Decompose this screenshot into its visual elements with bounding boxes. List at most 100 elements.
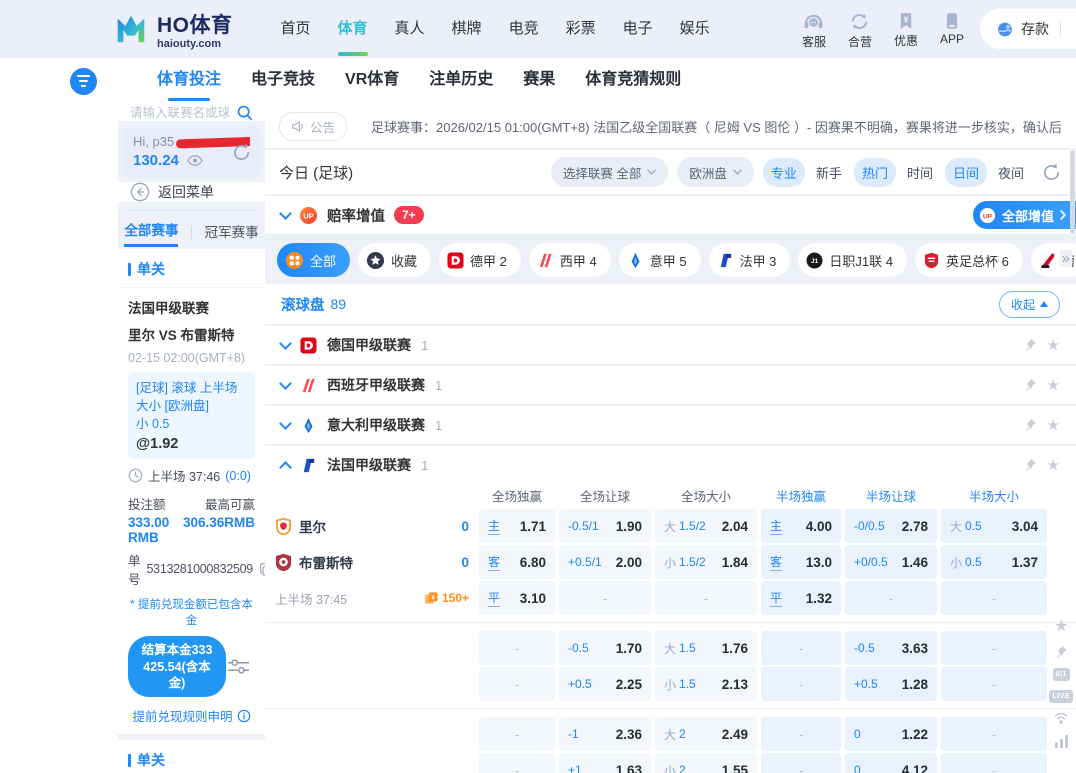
odds-cell[interactable]: -0.5/11.90 [559,509,651,543]
toggle-option[interactable]: 热门 [854,158,896,187]
odds-cell[interactable]: -12.36 [559,717,651,751]
league-chip[interactable]: 法甲 3 [709,243,791,277]
team-name[interactable]: 里尔 [299,516,326,536]
star-icon[interactable]: ★ [1047,456,1060,474]
league-chip[interactable]: 西甲 4 [529,243,611,277]
odds-cell[interactable]: 小1.5/21.84 [655,545,757,579]
refresh-balance-icon[interactable] [231,142,252,163]
pin-icon[interactable] [1054,645,1068,659]
double-chevron-right-icon[interactable]: » [1060,250,1072,267]
slip-tab[interactable]: 未结算 [124,209,169,211]
top-nav-item[interactable]: 彩票 [566,0,596,58]
odds-cell[interactable]: 小0.51.37 [941,545,1047,579]
search-input[interactable] [130,106,230,120]
toggle-option[interactable]: 时间 [899,158,941,187]
league-row[interactable]: 德国甲级联赛1★ [265,326,1076,364]
odds-cell[interactable]: 客13.0 [761,545,841,579]
odds-cell[interactable]: 大0.53.04 [941,509,1047,543]
star-icon[interactable]: ★ [1047,376,1060,394]
subnav-tab[interactable]: VR体育 [345,58,399,104]
pin-icon[interactable] [1023,338,1037,352]
league-chip[interactable]: 收藏 [358,243,431,277]
odds-cell[interactable]: 平1.32 [761,581,841,615]
top-nav-item[interactable]: 真人 [395,0,425,58]
announcement-pill[interactable]: 公告 [279,112,347,141]
refresh-odds-icon[interactable] [1041,162,1062,183]
league-chip[interactable]: 全部 [277,243,350,277]
subnav-tab[interactable]: 电子竞技 [251,58,315,104]
top-nav-item[interactable]: 首页 [281,0,311,58]
odds-cell[interactable]: +0.5/12.00 [559,545,651,579]
odds-cell[interactable]: 客6.80 [479,545,555,579]
market-select[interactable]: 欧洲盘 [677,157,754,187]
star-icon[interactable]: ★ [1054,616,1068,636]
odds-cell[interactable]: - [761,717,841,751]
chevron-down-icon[interactable] [279,377,292,390]
odds-cell[interactable]: 04.12 [845,753,937,773]
odds-cell[interactable]: 小21.55 [655,753,757,773]
odds-cell[interactable]: 平3.10 [479,581,555,615]
quick-item[interactable]: APP [940,12,964,46]
quick-item[interactable]: ¥优惠 [894,12,918,49]
subnav-tab[interactable]: 体育竞猜规则 [585,58,681,104]
scrollbar-thumb[interactable] [1070,150,1075,234]
cashout-rules-link[interactable]: 提前兑现规则申明 [128,706,255,725]
odds-cell[interactable]: - [845,581,937,615]
odds-cell[interactable]: 大1.5/22.04 [655,509,757,543]
odds-cell[interactable]: - [941,753,1047,773]
odds-cell[interactable]: 01.22 [845,717,937,751]
odds-cell[interactable]: 主1.71 [479,509,555,543]
odds-cell[interactable]: - [941,667,1047,701]
pin-icon[interactable] [1023,458,1037,472]
cashout-button[interactable]: 结算本金333425.54(含本金) [128,636,226,697]
odds-cell[interactable]: -0.51.70 [559,631,651,665]
subnav-tab[interactable]: 体育投注 [157,58,221,104]
odds-cell[interactable]: 大1.51.76 [655,631,757,665]
odds-cell[interactable]: +0.51.28 [845,667,937,701]
odds-cell[interactable]: -0/0.52.78 [845,509,937,543]
chevron-down-icon[interactable] [279,337,292,350]
top-nav-item[interactable]: 电子 [623,0,653,58]
pin-icon[interactable] [1023,378,1037,392]
cast-icon[interactable] [1053,712,1069,726]
slip-tab[interactable]: 预约 [214,209,259,211]
odds-cell[interactable]: - [479,753,555,773]
league-row[interactable]: 意大利甲级联赛1★ [265,406,1076,444]
toggle-option[interactable]: 夜间 [990,158,1032,187]
pin-icon[interactable] [1023,418,1037,432]
toggle-option[interactable]: 新手 [808,158,850,187]
top-nav-item[interactable]: 棋牌 [452,0,482,58]
collapse-button[interactable]: 收起 [999,291,1060,318]
odds-cell[interactable]: 主4.00 [761,509,841,543]
odds-cell[interactable]: +0/0.51.46 [845,545,937,579]
league-chip[interactable]: 英足总杯 6 [915,243,1023,277]
team-name[interactable]: 布雷斯特 [299,552,353,572]
zeroone-badge-icon[interactable]: 0|1 [1053,668,1070,681]
league-chip[interactable]: 德甲 2 [439,243,521,277]
odds-cell[interactable]: - [761,631,841,665]
stats-icon[interactable] [1054,735,1069,748]
top-nav-item[interactable]: 电竞 [509,0,539,58]
odds-cell[interactable]: 小1.52.13 [655,667,757,701]
chevron-up-icon[interactable] [279,461,292,474]
filter-icon[interactable] [70,68,97,95]
odds-cell[interactable]: - [761,753,841,773]
odds-cell[interactable]: - [479,631,555,665]
odds-cell[interactable]: - [479,667,555,701]
search-icon[interactable] [236,104,253,121]
chevron-down-icon[interactable] [279,417,292,430]
odds-cell[interactable]: - [761,667,841,701]
more-markets-badge[interactable]: ¥150+ [424,591,469,606]
odds-cell[interactable]: - [479,717,555,751]
eye-icon[interactable] [187,155,203,166]
toggle-option[interactable]: 日间 [945,158,987,187]
subnav-tab[interactable]: 注单历史 [429,58,493,104]
back-to-menu[interactable]: 返回菜单 [118,182,265,202]
league-select[interactable]: 选择联赛 全部 [551,157,668,187]
slip-tab[interactable]: 已结算 [169,209,214,211]
cashout-settings-icon[interactable] [226,657,251,676]
logo[interactable]: HO体育 haiouty.com [112,9,233,50]
odds-cell[interactable]: - [941,717,1047,751]
league-row[interactable]: 西班牙甲级联赛1★ [265,366,1076,404]
league-chip[interactable]: J1日职J1联 4 [798,243,907,277]
